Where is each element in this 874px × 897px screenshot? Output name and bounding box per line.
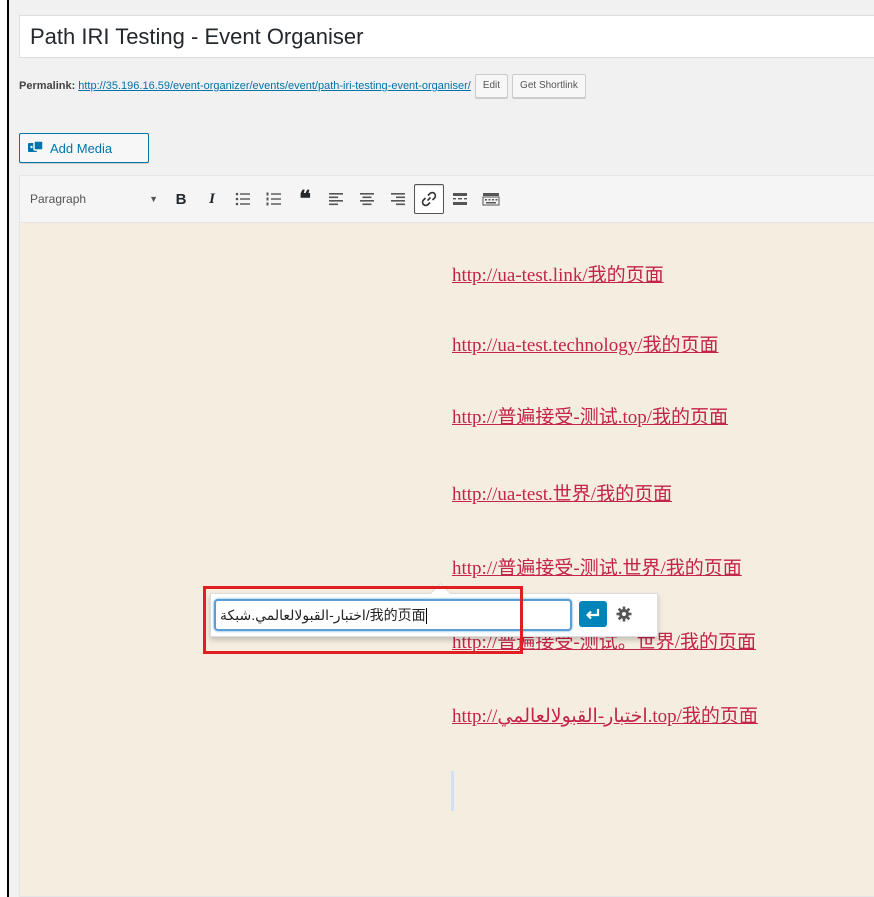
permalink-url-link[interactable]: http://35.196.16.59/event-organizer/even… [78,80,471,92]
add-media-label: Add Media [50,140,113,156]
content-link[interactable]: http://ua-test.世界/我的页面 [452,479,672,506]
permalink-edit-button[interactable]: Edit [474,74,509,98]
numbered-list-icon [266,192,281,206]
content-link[interactable]: http://普遍接受-测试.top/我的页面 [452,402,728,429]
content-link[interactable]: http://普遍接受-测试.世界/我的页面 [452,553,742,580]
post-title-input[interactable]: Path IRI Testing - Event Organiser [19,15,874,58]
link-options-button[interactable] [612,602,636,626]
read-more-icon [453,193,467,205]
annotation-highlight-box [203,586,523,654]
align-right-icon [391,193,405,206]
italic-button[interactable]: I [197,184,227,214]
bulleted-list-button[interactable] [228,184,258,214]
align-center-icon [360,193,374,206]
get-shortlink-button[interactable]: Get Shortlink [512,74,586,98]
align-left-button[interactable] [321,184,351,214]
blockquote-icon: ❝ [299,186,311,211]
editor-toolbar: Paragraph ▼ B I ❝ [20,176,874,223]
content-link[interactable]: http://ua-test.link/我的页面 [452,260,664,287]
align-left-icon [329,193,343,206]
insert-link-button[interactable] [414,184,444,214]
read-more-button[interactable] [445,184,475,214]
italic-icon: I [209,190,215,207]
editor-frame: Path IRI Testing - Event Organiser Perma… [7,0,874,897]
paragraph-format-select[interactable]: Paragraph ▼ [26,185,166,213]
bulleted-list-icon [235,192,250,206]
enter-icon [585,609,600,620]
link-icon [421,191,437,207]
bold-button[interactable]: B [166,184,196,214]
permalink-row: Permalink: http://35.196.16.59/event-org… [19,71,586,101]
toolbar-toggle-icon [482,193,500,206]
permalink-label: Permalink: [19,80,76,92]
content-editor: Paragraph ▼ B I ❝ http://ua-test.link/我的… [19,175,874,897]
format-select-value: Paragraph [30,192,87,206]
text-cursor [451,771,454,811]
numbered-list-button[interactable] [259,184,289,214]
dropdown-arrow-icon: ▼ [149,194,158,204]
gear-icon [616,606,632,622]
apply-link-button[interactable] [579,601,607,627]
editor-content-area[interactable]: http://ua-test.link/我的页面 http://ua-test.… [20,223,874,896]
add-media-icon [28,140,44,155]
align-right-button[interactable] [383,184,413,214]
content-link[interactable]: http://ua-test.technology/我的页面 [452,330,719,357]
blockquote-button[interactable]: ❝ [290,184,320,214]
content-link[interactable]: http://اختبار-القبولالعالمي.top/我的页面 [452,701,758,728]
toolbar-toggle-button[interactable] [476,184,506,214]
bold-icon: B [175,190,187,208]
add-media-button[interactable]: Add Media [19,133,149,163]
align-center-button[interactable] [352,184,382,214]
